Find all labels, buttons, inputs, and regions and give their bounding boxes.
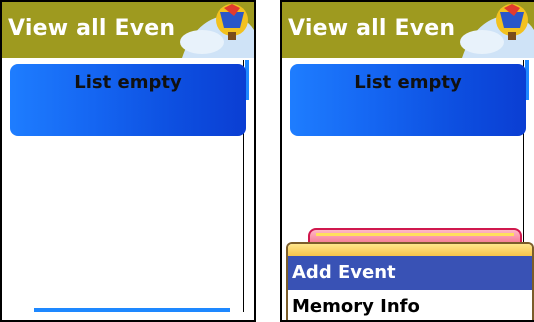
event-list[interactable]: List empty: [10, 64, 246, 136]
popup-header: [288, 244, 532, 256]
balloon-illustration-icon: [454, 2, 534, 58]
page-title: View all Event: [288, 16, 466, 41]
phone-screen-right: View all Event List empty Add Event Memo…: [280, 0, 534, 322]
page-title: View all Event: [8, 16, 186, 41]
options-popup-menu: Add Event Memory Info: [286, 228, 534, 320]
softkey-bar: [34, 308, 230, 312]
title-bar: View all Event: [2, 2, 254, 58]
popup-body: Add Event Memory Info: [286, 242, 534, 320]
phone-screen-left: View all Event List empty: [0, 0, 256, 322]
event-list[interactable]: List empty: [290, 64, 526, 136]
menu-item-add-event[interactable]: Add Event: [288, 256, 532, 290]
list-empty-label: List empty: [354, 72, 462, 93]
balloon-illustration-icon: [174, 2, 254, 58]
title-bar: View all Event: [282, 2, 534, 58]
menu-item-memory-info[interactable]: Memory Info: [288, 290, 532, 320]
list-empty-label: List empty: [74, 72, 182, 93]
